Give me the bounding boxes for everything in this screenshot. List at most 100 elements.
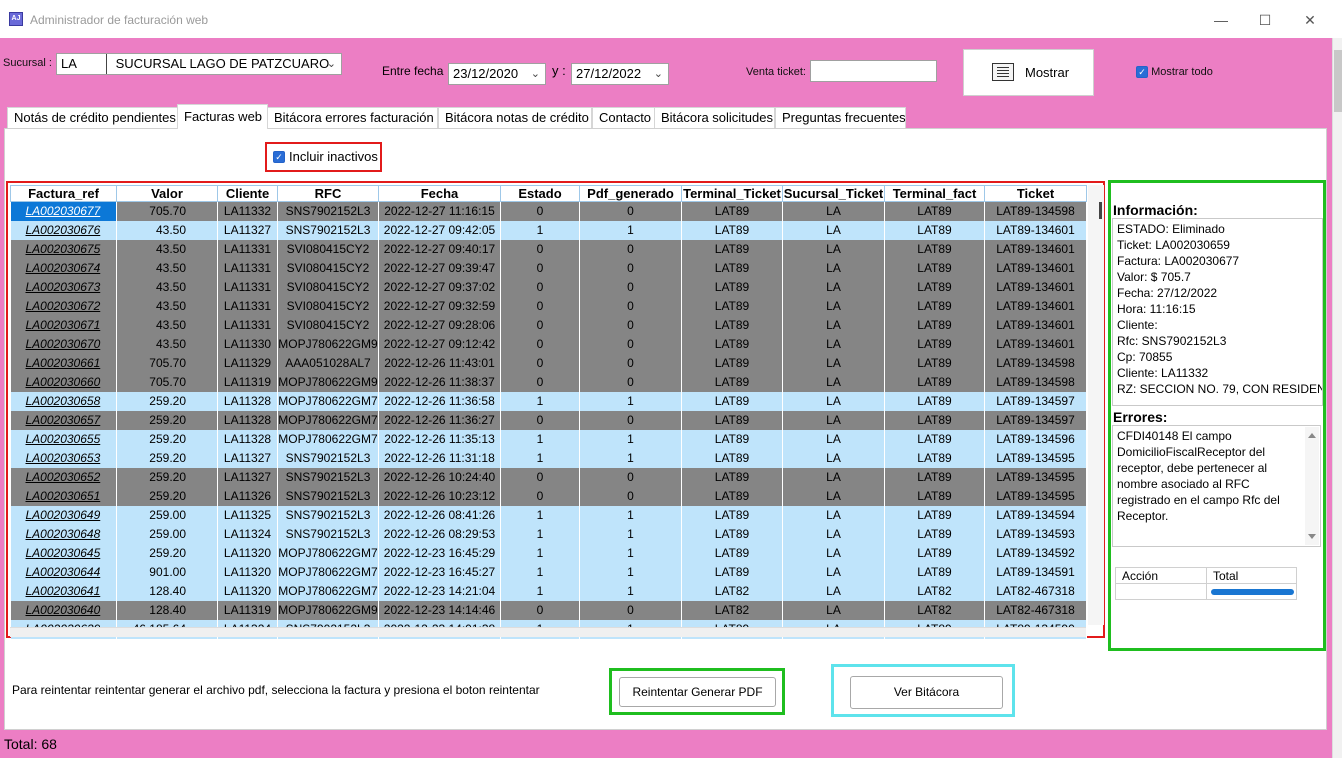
cell-factura-ref[interactable]: LA002030677: [10, 201, 117, 221]
table-row[interactable]: LA002030648 259.00 LA11324 SNS7902152L3 2022…: [10, 524, 1087, 544]
table-row[interactable]: LA002030674 43.50 LA11331 SVI080415CY2 2022-…: [10, 258, 1087, 278]
table-row[interactable]: LA002030644 901.00 LA11320 MOPJ780622GM7 202…: [10, 562, 1087, 582]
cell-terminal-ticket: LAT89: [681, 410, 783, 430]
table-row[interactable]: LA002030655 259.20 LA11328 MOPJ780622GM7 202…: [10, 429, 1087, 449]
column-header-terminal-ticket[interactable]: Terminal_Ticket: [681, 185, 783, 202]
column-header-cliente[interactable]: Cliente: [217, 185, 278, 202]
cell-factura-ref[interactable]: LA002030652: [10, 467, 117, 487]
table-row[interactable]: LA002030651 259.20 LA11326 SNS7902152L3 2022…: [10, 486, 1087, 506]
tab-preguntas-frecuentes[interactable]: Preguntas frecuentes: [775, 107, 906, 128]
tab-bitacora-errores[interactable]: Bitácora errores facturación: [267, 107, 438, 128]
table-row[interactable]: LA002030677 705.70 LA11332 SNS7902152L3 2022…: [10, 201, 1087, 221]
table-row[interactable]: LA002030670 43.50 LA11330 MOPJ780622GM9 2022…: [10, 334, 1087, 354]
cell-sucursal-ticket: LA: [782, 524, 885, 544]
cell-factura-ref[interactable]: LA002030671: [10, 315, 117, 335]
cell-factura-ref[interactable]: LA002030675: [10, 239, 117, 259]
table-row[interactable]: LA002030653 259.20 LA11327 SNS7902152L3 2022…: [10, 448, 1087, 468]
cell-terminal-ticket: LAT89: [681, 334, 783, 354]
sucursal-select[interactable]: LA SUCURSAL LAGO DE PATZCUARO ⌄: [56, 53, 342, 75]
retry-pdf-button[interactable]: Reintentar Generar PDF: [619, 677, 776, 707]
column-header-pdf-generado[interactable]: Pdf_generado: [579, 185, 682, 202]
cell-rfc: SVI080415CY2: [277, 296, 379, 316]
cell-terminal-fact: LAT89: [884, 334, 985, 354]
ver-bitacora-button[interactable]: Ver Bitácora: [850, 676, 1003, 709]
cell-sucursal-ticket: LA: [782, 467, 885, 487]
table-row[interactable]: LA002030652 259.20 LA11327 SNS7902152L3 2022…: [10, 467, 1087, 487]
cell-estado: 0: [500, 486, 580, 506]
date-from-picker[interactable]: 23/12/2020 ⌄: [448, 63, 546, 85]
tab-contacto[interactable]: Contacto: [592, 107, 655, 128]
cell-factura-ref[interactable]: LA002030649: [10, 505, 117, 525]
cell-factura-ref[interactable]: LA002030640: [10, 600, 117, 620]
cell-factura-ref[interactable]: LA002030648: [10, 524, 117, 544]
cell-factura-ref[interactable]: LA002030645: [10, 543, 117, 563]
cell-factura-ref[interactable]: LA002030658: [10, 391, 117, 411]
grid-scrollbar-thumb[interactable]: [1099, 202, 1102, 219]
tab-notas-credito-pendientes[interactable]: Notás de crédito pendientes: [7, 107, 178, 128]
column-header-factura-ref[interactable]: Factura_ref: [10, 185, 117, 202]
cell-pdf-generado: 0: [579, 315, 682, 335]
cell-valor: 43.50: [116, 277, 218, 297]
grid-vertical-scrollbar[interactable]: [1088, 185, 1104, 625]
cell-factura-ref[interactable]: LA002030657: [10, 410, 117, 430]
info-textbox[interactable]: ESTADO: Eliminado Ticket: LA002030659 Fact…: [1112, 218, 1323, 406]
incluir-inactivos-checkbox[interactable]: ✓ Incluir inactivos: [265, 142, 382, 172]
cell-terminal-ticket: LAT89: [681, 220, 783, 240]
cell-factura-ref[interactable]: LA002030661: [10, 353, 117, 373]
cell-factura-ref[interactable]: LA002030672: [10, 296, 117, 316]
tab-bitacora-solicitudes[interactable]: Bitácora solicitudes: [654, 107, 775, 128]
column-header-sucursal-ticket[interactable]: Sucursal_Ticket: [782, 185, 885, 202]
cell-factura-ref[interactable]: LA002030651: [10, 486, 117, 506]
table-row[interactable]: LA002030658 259.20 LA11328 MOPJ780622GM7 202…: [10, 391, 1087, 411]
close-icon[interactable]: ✕: [1287, 8, 1333, 32]
cell-factura-ref[interactable]: LA002030673: [10, 277, 117, 297]
column-header-terminal-fact[interactable]: Terminal_fact: [884, 185, 985, 202]
cell-factura-ref[interactable]: LA002030653: [10, 448, 117, 468]
cell-terminal-ticket: LAT89: [681, 277, 783, 297]
cell-factura-ref[interactable]: LA002030660: [10, 372, 117, 392]
column-header-estado[interactable]: Estado: [500, 185, 580, 202]
cell-rfc: MOPJ780622GM7: [277, 410, 379, 430]
cell-rfc: SVI080415CY2: [277, 239, 379, 259]
date-to-picker[interactable]: 27/12/2022 ⌄: [571, 63, 669, 85]
cell-pdf-generado: 1: [579, 581, 682, 601]
venta-ticket-input[interactable]: [810, 60, 937, 82]
minimize-icon[interactable]: —: [1198, 8, 1244, 32]
column-header-valor[interactable]: Valor: [116, 185, 218, 202]
maximize-icon[interactable]: ☐: [1242, 8, 1288, 32]
table-row[interactable]: LA002030640 128.40 LA11319 MOPJ780622GM9 202…: [10, 600, 1087, 620]
grid-horizontal-scrollbar[interactable]: [10, 627, 1086, 637]
cell-terminal-fact: LAT89: [884, 467, 985, 487]
table-row[interactable]: LA002030657 259.20 LA11328 MOPJ780622GM7 202…: [10, 410, 1087, 430]
cell-factura-ref[interactable]: LA002030655: [10, 429, 117, 449]
table-row[interactable]: LA002030672 43.50 LA11331 SVI080415CY2 2022-…: [10, 296, 1087, 316]
mostrar-todo-checkbox[interactable]: ✓ Mostrar todo: [1136, 66, 1213, 79]
table-row[interactable]: LA002030671 43.50 LA11331 SVI080415CY2 2022-…: [10, 315, 1087, 335]
tab-facturas-web[interactable]: Facturas web: [177, 104, 268, 129]
tab-bitacora-notas[interactable]: Bitácora notas de crédito: [438, 107, 592, 128]
table-row[interactable]: LA002030641 128.40 LA11320 MOPJ780622GM7 202…: [10, 581, 1087, 601]
table-row[interactable]: LA002030649 259.00 LA11325 SNS7902152L3 2022…: [10, 505, 1087, 525]
mostrar-button[interactable]: Mostrar: [963, 49, 1094, 96]
errors-textbox[interactable]: CFDI40148 El campo DomicilioFiscalRecept…: [1112, 425, 1321, 547]
errors-scrollbar[interactable]: [1305, 427, 1319, 545]
table-row[interactable]: LA002030660 705.70 LA11319 MOPJ780622GM9 202…: [10, 372, 1087, 392]
column-header-fecha[interactable]: Fecha: [378, 185, 501, 202]
cell-factura-ref[interactable]: LA002030674: [10, 258, 117, 278]
cell-terminal-fact: LAT89: [884, 543, 985, 563]
column-header-ticket[interactable]: Ticket: [984, 185, 1087, 202]
table-row[interactable]: LA002030675 43.50 LA11331 SVI080415CY2 2022-…: [10, 239, 1087, 259]
cell-factura-ref[interactable]: LA002030644: [10, 562, 117, 582]
window-scrollbar-thumb[interactable]: [1334, 50, 1342, 112]
cell-factura-ref[interactable]: LA002030676: [10, 220, 117, 240]
table-row[interactable]: LA002030661 705.70 LA11329 AAA051028AL7 2022…: [10, 353, 1087, 373]
column-header-rfc[interactable]: RFC: [277, 185, 379, 202]
cell-factura-ref[interactable]: LA002030641: [10, 581, 117, 601]
cell-factura-ref[interactable]: LA002030670: [10, 334, 117, 354]
table-row[interactable]: LA002030676 43.50 LA11327 SNS7902152L3 2022-…: [10, 220, 1087, 240]
table-row[interactable]: LA002030645 259.20 LA11320 MOPJ780622GM7 202…: [10, 543, 1087, 563]
info-title: Información:: [1113, 202, 1198, 218]
table-row[interactable]: LA002030673 43.50 LA11331 SVI080415CY2 2022-…: [10, 277, 1087, 297]
window-scrollbar[interactable]: [1332, 38, 1342, 758]
cell-ticket: LAT89-134597: [984, 391, 1087, 411]
